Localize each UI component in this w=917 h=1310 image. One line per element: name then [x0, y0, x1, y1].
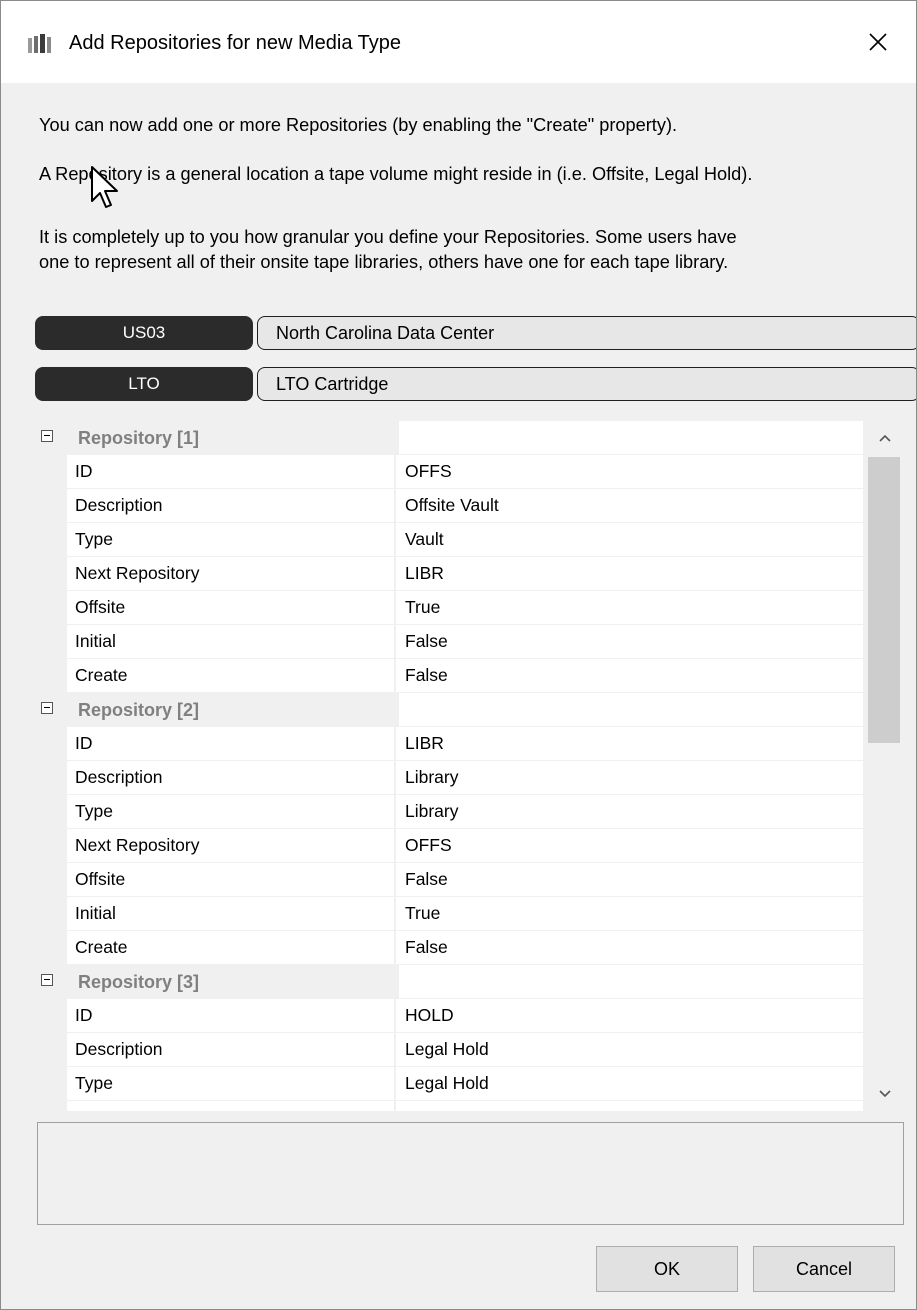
property-value[interactable]: Library	[396, 761, 863, 794]
property-row[interactable]: Type Legal Hold	[35, 1067, 863, 1101]
property-value[interactable]: OFFS	[396, 455, 863, 488]
property-name	[67, 1101, 394, 1111]
intro-line-1: You can now add one or more Repositories…	[39, 115, 678, 135]
property-row[interactable]: Type Library	[35, 795, 863, 829]
property-value[interactable]: HOLD	[396, 999, 863, 1032]
property-row[interactable]: Create False	[35, 659, 863, 693]
category-label: Repository [2]	[78, 700, 200, 720]
intro-line-3a: It is completely up to you how granular …	[39, 227, 737, 247]
property-name: Description	[67, 1033, 394, 1066]
property-row[interactable]: Next Repository LIBR	[35, 557, 863, 591]
description-panel	[37, 1122, 904, 1225]
property-name: Description	[67, 489, 394, 522]
property-value[interactable]: Offsite Vault	[396, 489, 863, 522]
property-name: Next Repository	[67, 829, 394, 862]
dialog-window: Add Repositories for new Media Type You …	[0, 0, 917, 1310]
intro-line-3b: one to represent all of their onsite tap…	[39, 252, 729, 272]
collapse-icon[interactable]	[41, 702, 53, 714]
category-value	[399, 965, 863, 998]
property-name: ID	[67, 999, 394, 1032]
close-icon	[869, 33, 887, 51]
ok-button[interactable]: OK	[596, 1246, 738, 1292]
property-row[interactable]: Offsite False	[35, 863, 863, 897]
collapse-icon[interactable]	[41, 430, 53, 442]
property-row[interactable]: Description Offsite Vault	[35, 489, 863, 523]
scroll-up-button[interactable]	[864, 421, 905, 455]
collapse-icon[interactable]	[41, 974, 53, 986]
property-value[interactable]: False	[396, 659, 863, 692]
property-row[interactable]: Create False	[35, 931, 863, 965]
property-value[interactable]: Vault	[396, 523, 863, 556]
property-row[interactable]: ID OFFS	[35, 455, 863, 489]
property-row[interactable]: Type Vault	[35, 523, 863, 557]
title-bar: Add Repositories for new Media Type	[1, 1, 916, 83]
close-button[interactable]	[840, 1, 916, 83]
site-row: US03 North Carolina Data Center	[35, 316, 916, 350]
property-grid[interactable]: Repository [1] ID OFFS Description Offsite…	[35, 421, 905, 1111]
category-value	[399, 421, 863, 454]
property-name: Type	[67, 523, 394, 556]
category-row[interactable]: Repository [2]	[35, 693, 863, 727]
media-code: LTO	[35, 367, 253, 401]
category-label: Repository [3]	[78, 972, 200, 992]
property-value[interactable]: LIBR	[396, 557, 863, 590]
property-name: Description	[67, 761, 394, 794]
scroll-thumb[interactable]	[868, 457, 900, 743]
chevron-down-icon	[878, 1090, 891, 1098]
property-name: Create	[67, 931, 394, 964]
property-value[interactable]: Legal Hold	[396, 1033, 863, 1066]
app-icon	[28, 34, 51, 53]
property-name: ID	[67, 455, 394, 488]
category-value	[399, 693, 863, 726]
media-name: LTO Cartridge	[257, 367, 916, 401]
category-row[interactable]: Repository [3]	[35, 965, 863, 999]
vertical-scrollbar[interactable]	[864, 421, 905, 1111]
property-row[interactable]: Next Repository OFFS	[35, 829, 863, 863]
media-row: LTO LTO Cartridge	[35, 367, 916, 401]
property-name: ID	[67, 727, 394, 760]
property-value[interactable]: Library	[396, 795, 863, 828]
property-value[interactable]: Legal Hold	[396, 1067, 863, 1100]
property-value[interactable]	[396, 1101, 863, 1111]
property-name: Type	[67, 1067, 394, 1100]
property-row[interactable]: Initial True	[35, 897, 863, 931]
window-title: Add Repositories for new Media Type	[69, 32, 402, 54]
chevron-up-icon	[878, 434, 891, 442]
category-label: Repository [1]	[78, 428, 200, 448]
scroll-down-button[interactable]	[864, 1077, 905, 1111]
property-name: Offsite	[67, 591, 394, 624]
property-name: Type	[67, 795, 394, 828]
property-name: Initial	[67, 625, 394, 658]
property-row[interactable]: ID HOLD	[35, 999, 863, 1033]
category-row[interactable]: Repository [1]	[35, 421, 863, 455]
property-value[interactable]: LIBR	[396, 727, 863, 760]
property-value[interactable]: OFFS	[396, 829, 863, 862]
mouse-pointer-icon	[91, 166, 118, 208]
property-value[interactable]: True	[396, 897, 863, 930]
property-row[interactable]: ID LIBR	[35, 727, 863, 761]
cancel-button[interactable]: Cancel	[753, 1246, 895, 1292]
property-row[interactable]: Description Legal Hold	[35, 1033, 863, 1067]
property-name: Initial	[67, 897, 394, 930]
property-value[interactable]: False	[396, 625, 863, 658]
property-name: Next Repository	[67, 557, 394, 590]
site-code: US03	[35, 316, 253, 350]
property-rows: Repository [1] ID OFFS Description Offsite…	[35, 421, 863, 1111]
property-name: Offsite	[67, 863, 394, 896]
site-name: North Carolina Data Center	[257, 316, 916, 350]
property-row[interactable]: Description Library	[35, 761, 863, 795]
property-value[interactable]: False	[396, 931, 863, 964]
property-value[interactable]: True	[396, 591, 863, 624]
property-row[interactable]	[35, 1101, 863, 1111]
property-name: Create	[67, 659, 394, 692]
intro-line-2: A Repository is a general location a tap…	[39, 164, 753, 184]
property-row[interactable]: Offsite True	[35, 591, 863, 625]
property-row[interactable]: Initial False	[35, 625, 863, 659]
property-value[interactable]: False	[396, 863, 863, 896]
